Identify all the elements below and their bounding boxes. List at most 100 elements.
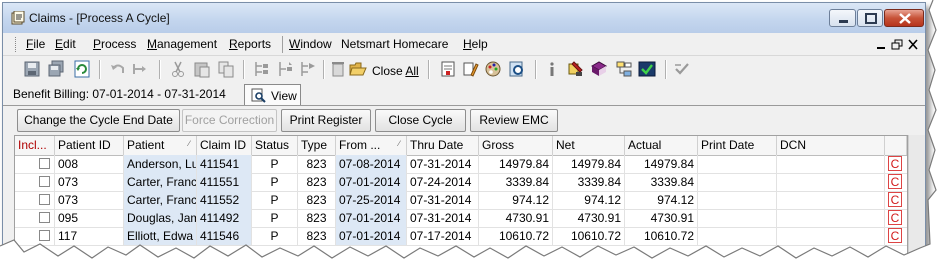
thru-date-cell[interactable]: 07-31-2014 [407,191,479,209]
gross-cell[interactable]: 10610.72 [479,227,553,245]
claim-flag-badge[interactable]: C [888,156,902,171]
dcn-cell[interactable] [777,227,885,245]
status-cell[interactable]: P [252,173,298,191]
tab-view[interactable]: View [244,84,301,105]
actual-cell[interactable]: 10610.72 [625,227,698,245]
menu-netsmart-homecare[interactable]: Netsmart Homecare [341,37,448,51]
status-cell[interactable]: P [252,209,298,227]
type-cell[interactable]: 823 [298,191,336,209]
from-date-cell[interactable]: 07-25-2014 [336,191,407,209]
menu-file[interactable]: File [26,37,45,51]
gross-cell[interactable]: 4730.91 [479,209,553,227]
include-checkbox[interactable] [39,158,50,169]
col-header-dcn[interactable]: DCN [777,136,885,155]
print-date-cell[interactable] [698,191,777,209]
thru-date-cell[interactable]: 07-31-2014 [407,209,479,227]
change-cycle-end-date-button[interactable]: Change the Cycle End Date [17,109,180,132]
info-icon[interactable] [543,60,561,78]
tree-left-icon[interactable] [253,60,271,78]
patient-cell[interactable]: Douglas, Jam [124,209,197,227]
actual-cell[interactable]: 974.12 [625,191,698,209]
type-cell[interactable]: 823 [298,209,336,227]
net-cell[interactable]: 14979.84 [553,155,625,173]
col-header-claim-id[interactable]: Claim ID [197,136,252,155]
flowchart-icon[interactable] [615,60,633,78]
open-folder-icon[interactable] [349,60,367,78]
menu-help[interactable]: Help [463,37,488,51]
table-row[interactable]: 117 Elliott, Edwa 411546 P 823 07-01-201… [15,227,907,246]
delete-icon[interactable] [329,60,347,78]
claim-flag-badge[interactable]: C [888,174,902,189]
menu-window[interactable]: Window [289,37,332,51]
paste-icon[interactable] [193,60,211,78]
net-cell[interactable]: 3339.84 [553,173,625,191]
refresh-icon[interactable] [73,60,91,78]
table-row[interactable]: 008 Anderson, Lu 411541 P 823 07-08-2014… [15,155,907,174]
maximize-button[interactable] [857,9,883,27]
incl-cell[interactable] [15,209,55,227]
incl-cell[interactable] [15,173,55,191]
copy-icon[interactable] [217,60,235,78]
mdi-minimize-icon[interactable] [875,39,888,50]
claim-flag-badge[interactable]: C [888,210,902,225]
include-checkbox[interactable] [39,176,50,187]
benefit-billing-tab[interactable]: Benefit Billing: 07-01-2014 - 07-31-2014 [13,87,226,101]
claim-id-cell[interactable]: 411552 [197,191,252,209]
from-date-cell[interactable]: 07-01-2014 [336,173,407,191]
type-cell[interactable]: 823 [298,173,336,191]
include-checkbox[interactable] [39,212,50,223]
undo-icon[interactable] [109,60,127,78]
close-cycle-button[interactable]: Close Cycle [375,109,466,132]
patient-cell[interactable]: Carter, Franc [124,191,197,209]
col-header-actual[interactable]: Actual [625,136,698,155]
col-header-from[interactable]: From ... ∕ [336,136,407,155]
dcn-cell[interactable] [777,155,885,173]
menu-process[interactable]: Process [93,37,136,51]
menu-reports[interactable]: Reports [229,37,271,51]
approve-icon[interactable] [673,60,691,78]
tools-icon[interactable] [566,60,584,78]
save-all-icon[interactable] [47,60,65,78]
from-date-cell[interactable]: 07-01-2014 [336,227,407,245]
col-header-type[interactable]: Type [298,136,336,155]
patient-id-cell[interactable]: 095 [55,209,124,227]
claim-id-cell[interactable]: 411541 [197,155,252,173]
grid-vertical-scrollbar[interactable] [908,135,925,279]
print-date-cell[interactable] [698,155,777,173]
claim-id-cell[interactable]: 411546 [197,227,252,245]
save-icon[interactable] [23,60,41,78]
dcn-cell[interactable] [777,173,885,191]
minimize-button[interactable] [829,9,856,27]
thru-date-cell[interactable]: 07-24-2014 [407,173,479,191]
patient-id-cell[interactable]: 073 [55,191,124,209]
status-cell[interactable]: P [252,155,298,173]
print-register-button[interactable]: Print Register [281,109,371,132]
incl-cell[interactable] [15,227,55,245]
dcn-cell[interactable] [777,209,885,227]
status-cell[interactable]: P [252,191,298,209]
patient-cell[interactable]: Carter, Franc [124,173,197,191]
col-header-gross[interactable]: Gross [479,136,553,155]
thru-date-cell[interactable]: 07-17-2014 [407,227,479,245]
patient-id-cell[interactable]: 073 [55,173,124,191]
book-icon[interactable] [590,60,608,78]
review-emc-button[interactable]: Review EMC [470,109,558,132]
title-bar[interactable]: Claims - [Process A Cycle] [3,3,925,33]
close-window-button[interactable] [884,9,924,27]
claim-id-cell[interactable]: 411551 [197,173,252,191]
col-header-status[interactable]: Status [252,136,298,155]
thru-date-cell[interactable]: 07-31-2014 [407,155,479,173]
redo-icon[interactable] [131,60,149,78]
dcn-cell[interactable] [777,191,885,209]
patient-cell[interactable]: Anderson, Lu [124,155,197,173]
claim-flag-badge[interactable]: C [888,228,902,243]
type-cell[interactable]: 823 [298,227,336,245]
cut-icon[interactable] [169,60,187,78]
col-header-patient-id[interactable]: Patient ID [55,136,124,155]
table-row[interactable]: 073 Carter, Franc 411551 P 823 07-01-201… [15,173,907,192]
actual-cell[interactable]: 14979.84 [625,155,698,173]
force-correction-button[interactable]: Force Correction [182,109,277,132]
net-cell[interactable]: 4730.91 [553,209,625,227]
close-all-button[interactable]: Close All [372,64,419,78]
from-date-cell[interactable]: 07-08-2014 [336,155,407,173]
